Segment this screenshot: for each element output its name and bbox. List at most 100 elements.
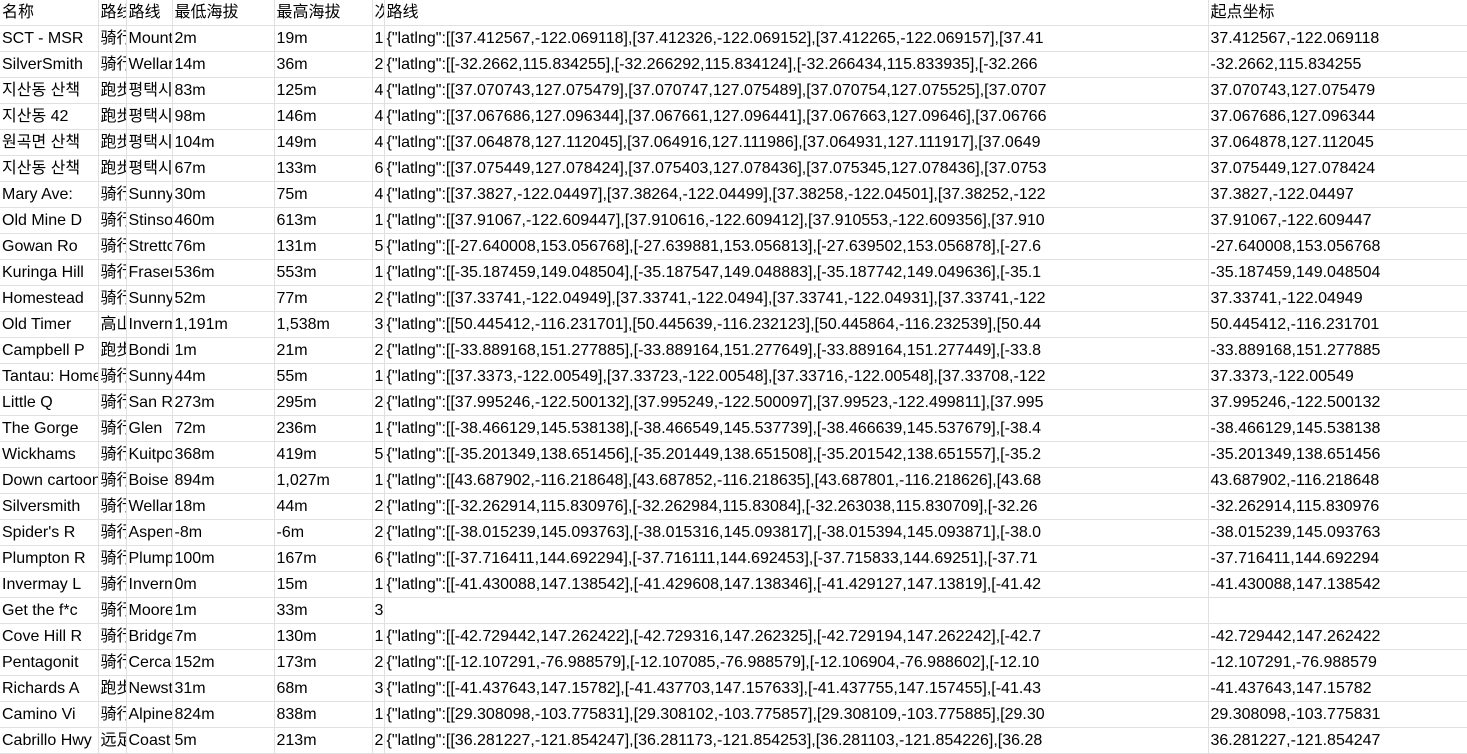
data-cell[interactable]: Gowan Ro — [0, 234, 98, 260]
data-cell[interactable]: 1 — [372, 702, 384, 728]
data-cell[interactable]: Sunnyvale — [126, 182, 172, 208]
data-cell[interactable]: 67m — [172, 156, 274, 182]
data-cell[interactable]: 跑步 — [98, 338, 126, 364]
data-cell[interactable]: -38.466129,145.538138 — [1208, 416, 1467, 442]
data-cell[interactable]: 1 — [372, 260, 384, 286]
data-cell[interactable]: Little Q — [0, 390, 98, 416]
data-cell[interactable]: 骑行 — [98, 494, 126, 520]
data-cell[interactable]: -35.201349,138.651456 — [1208, 442, 1467, 468]
data-cell[interactable]: 77m — [274, 286, 372, 312]
data-cell[interactable]: 2 — [372, 494, 384, 520]
data-cell[interactable]: Down cartoon — [0, 468, 98, 494]
data-cell[interactable]: -6m — [274, 520, 372, 546]
data-cell[interactable]: -35.187459,149.048504 — [1208, 260, 1467, 286]
data-cell[interactable]: 骑行 — [98, 416, 126, 442]
data-cell[interactable]: 460m — [172, 208, 274, 234]
data-cell[interactable]: 52m — [172, 286, 274, 312]
data-cell[interactable]: 824m — [172, 702, 274, 728]
data-cell[interactable]: Silversmith — [0, 494, 98, 520]
header-cell[interactable]: 次 — [372, 0, 384, 26]
data-cell[interactable]: {"latlng":[[37.995246,-122.500132],[37.9… — [384, 390, 1208, 416]
data-cell[interactable]: 2m — [172, 26, 274, 52]
data-cell[interactable]: 31m — [172, 676, 274, 702]
data-cell[interactable]: Mountain — [126, 26, 172, 52]
data-cell[interactable]: 55m — [274, 364, 372, 390]
data-cell[interactable]: 跑步 — [98, 130, 126, 156]
data-cell[interactable]: SCT - MSR — [0, 26, 98, 52]
data-cell[interactable]: 43.687902,-116.218648 — [1208, 468, 1467, 494]
data-cell[interactable]: 지산동 산책 — [0, 156, 98, 182]
data-cell[interactable]: 跑步 — [98, 104, 126, 130]
data-cell[interactable]: {"latlng":[[50.445412,-116.231701],[50.4… — [384, 312, 1208, 338]
data-cell[interactable]: 骑行 — [98, 286, 126, 312]
data-cell[interactable]: 骑行 — [98, 390, 126, 416]
data-cell[interactable]: 1 — [372, 364, 384, 390]
data-cell[interactable]: 37.3827,-122.04497 — [1208, 182, 1467, 208]
data-cell[interactable]: 远足 — [98, 728, 126, 754]
data-cell[interactable]: 98m — [172, 104, 274, 130]
data-cell[interactable]: 1 — [372, 468, 384, 494]
data-cell[interactable]: 4 — [372, 182, 384, 208]
data-cell[interactable]: 37.91067,-122.609447 — [1208, 208, 1467, 234]
header-cell[interactable]: 最高海拔 — [274, 0, 372, 26]
data-cell[interactable]: 130m — [274, 624, 372, 650]
data-cell[interactable]: 3 — [372, 676, 384, 702]
data-cell[interactable]: 419m — [274, 442, 372, 468]
data-cell[interactable]: -37.716411,144.692294 — [1208, 546, 1467, 572]
data-cell[interactable]: Alpine — [126, 702, 172, 728]
data-cell[interactable]: {"latlng":[[37.3373,-122.00549],[37.3372… — [384, 364, 1208, 390]
data-cell[interactable]: Invermere — [126, 312, 172, 338]
data-cell[interactable]: 33m — [274, 598, 372, 624]
data-cell[interactable]: 173m — [274, 650, 372, 676]
data-cell[interactable]: -42.729442,147.262422 — [1208, 624, 1467, 650]
header-cell[interactable]: 名称 — [0, 0, 98, 26]
data-cell[interactable]: 76m — [172, 234, 274, 260]
data-cell[interactable]: 1,538m — [274, 312, 372, 338]
data-cell[interactable]: {"latlng":[[37.412567,-122.069118],[37.4… — [384, 26, 1208, 52]
data-cell[interactable]: {"latlng":[[-32.262914,115.830976],[-32.… — [384, 494, 1208, 520]
data-cell[interactable]: 37.075449,127.078424 — [1208, 156, 1467, 182]
data-cell[interactable] — [384, 598, 1208, 624]
data-cell[interactable]: 跑步 — [98, 676, 126, 702]
data-cell[interactable]: 骑行 — [98, 598, 126, 624]
data-cell[interactable]: San Rafael — [126, 390, 172, 416]
data-cell[interactable]: {"latlng":[[37.33741,-122.04949],[37.337… — [384, 286, 1208, 312]
data-cell[interactable]: {"latlng":[[-37.716411,144.692294],[-37.… — [384, 546, 1208, 572]
data-cell[interactable]: -41.437643,147.15782 — [1208, 676, 1467, 702]
header-cell[interactable]: 起点坐标 — [1208, 0, 1467, 26]
data-cell[interactable]: 지산동 42 — [0, 104, 98, 130]
data-cell[interactable]: Cove Hill R — [0, 624, 98, 650]
data-cell[interactable]: {"latlng":[[37.3827,-122.04497],[37.3826… — [384, 182, 1208, 208]
data-cell[interactable]: 149m — [274, 130, 372, 156]
data-cell[interactable]: 평택시 — [126, 130, 172, 156]
data-cell[interactable]: 21m — [274, 338, 372, 364]
data-cell[interactable]: {"latlng":[[-33.889168,151.277885],[-33.… — [384, 338, 1208, 364]
data-cell[interactable]: 평택시 — [126, 156, 172, 182]
header-cell[interactable]: 最低海拔 — [172, 0, 274, 26]
data-cell[interactable]: 167m — [274, 546, 372, 572]
data-cell[interactable]: -38.015239,145.093763 — [1208, 520, 1467, 546]
data-cell[interactable]: -27.640008,153.056768 — [1208, 234, 1467, 260]
data-cell[interactable]: 15m — [274, 572, 372, 598]
data-cell[interactable]: -12.107291,-76.988579 — [1208, 650, 1467, 676]
data-cell[interactable]: 4 — [372, 130, 384, 156]
data-cell[interactable]: 7m — [172, 624, 274, 650]
data-cell[interactable]: 368m — [172, 442, 274, 468]
data-cell[interactable]: Campbell P — [0, 338, 98, 364]
data-cell[interactable]: 2 — [372, 52, 384, 78]
data-cell[interactable]: {"latlng":[[29.308098,-103.775831],[29.3… — [384, 702, 1208, 728]
data-cell[interactable]: Invermay — [126, 572, 172, 598]
data-cell[interactable]: 131m — [274, 234, 372, 260]
data-cell[interactable]: 2 — [372, 520, 384, 546]
data-cell[interactable]: Wellard — [126, 52, 172, 78]
data-cell[interactable]: 평택시 — [126, 104, 172, 130]
data-cell[interactable]: 29.308098,-103.775831 — [1208, 702, 1467, 728]
data-cell[interactable]: 1 — [372, 26, 384, 52]
data-cell[interactable]: 236m — [274, 416, 372, 442]
data-cell[interactable]: 31m — [372, 598, 384, 624]
data-cell[interactable]: {"latlng":[[-42.729442,147.262422],[-42.… — [384, 624, 1208, 650]
data-cell[interactable]: 骑行 — [98, 468, 126, 494]
data-cell[interactable]: 37.070743,127.075479 — [1208, 78, 1467, 104]
data-cell[interactable]: 6 — [372, 546, 384, 572]
data-cell[interactable]: 4 — [372, 104, 384, 130]
